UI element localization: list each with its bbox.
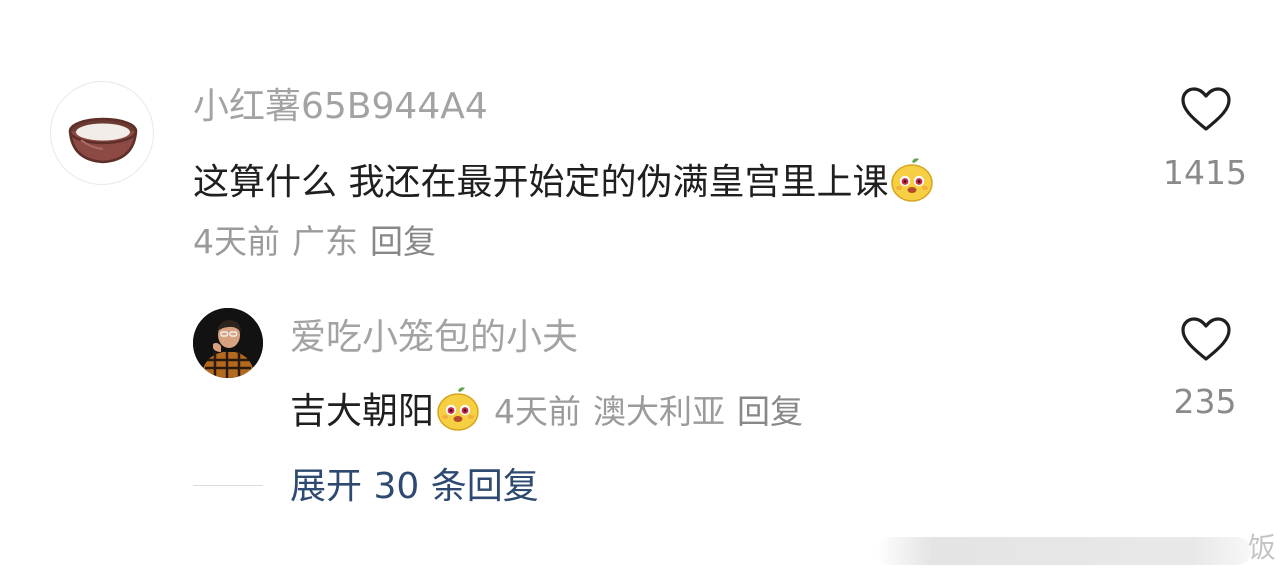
watermark-text: 饭 [1248,531,1277,564]
reply-like-count: 235 [1173,382,1237,421]
reply-location: 澳大利亚 [593,392,726,431]
coconut-bowl-avatar-icon [68,117,138,164]
reply-username[interactable]: 爱吃小笼包的小夫 [290,320,578,356]
heart-icon[interactable] [1180,86,1232,132]
reply-time: 4天前 [494,392,582,431]
comment-like-count: 1415 [1163,153,1247,192]
comment-text-content: 这算什么 我还在最开始定的伪满皇宫里上课 [193,162,889,203]
divider [193,485,263,486]
avatar[interactable] [50,81,154,185]
reply-text: 吉大朝阳 [290,391,435,432]
comment-username[interactable]: 小红薯65B944A4 [193,89,488,125]
expand-replies-button[interactable]: 展开 30 条回复 [290,469,539,505]
reply-avatar[interactable] [193,308,263,378]
comment-location: 广东 [292,222,358,261]
heart-icon[interactable] [1180,316,1232,362]
mascot-sticker-icon [891,158,934,202]
watermark-bar [876,537,1251,565]
mascot-sticker-icon [437,387,479,431]
comment-meta: 4天前 广东 回复 [193,225,436,258]
reply-meta: 4天前 澳大利亚 回复 [494,392,803,431]
reply-reply-button[interactable]: 回复 [737,392,803,431]
comment-time: 4天前 [193,222,280,261]
reply-line: 吉大朝阳 4天前 澳大利亚 回复 [290,385,803,433]
person-photo-avatar-icon [193,308,263,378]
comment-reply-button[interactable]: 回复 [370,222,436,261]
comment-text: 这算什么 我还在最开始定的伪满皇宫里上课 [193,156,936,204]
